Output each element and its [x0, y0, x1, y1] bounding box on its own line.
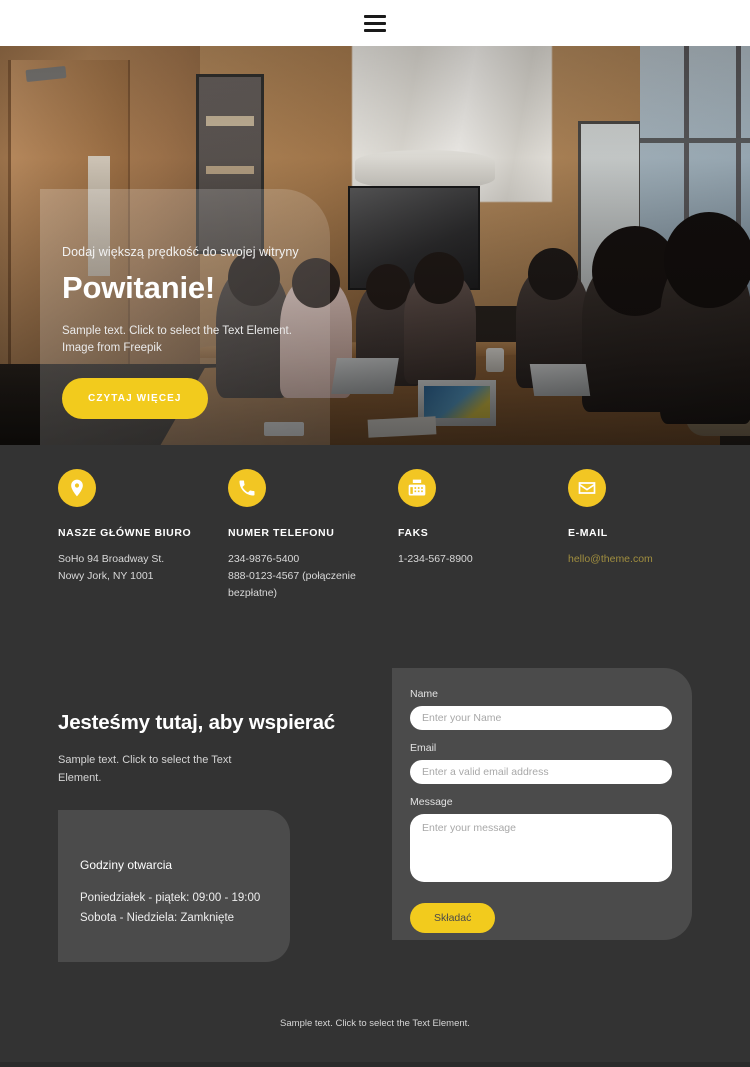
- contact-item-phone: NUMER TELEFONU 234-9876-5400 888-0123-45…: [228, 469, 398, 601]
- email-link[interactable]: hello@theme.com: [568, 553, 653, 565]
- location-pin-icon: [58, 469, 96, 507]
- contact-title: NASZE GŁÓWNE BIURO: [58, 527, 192, 539]
- contact-detail: 1-234-567-8900: [398, 553, 473, 565]
- hamburger-line: [364, 21, 386, 25]
- hamburger-line: [364, 28, 386, 32]
- hamburger-menu-icon[interactable]: [364, 14, 386, 32]
- name-label: Name: [410, 688, 439, 700]
- page-title: Jesteśmy tutaj, aby wspierać: [58, 711, 335, 734]
- hero-subtitle: Sample text. Click to select the Text El…: [62, 325, 292, 354]
- opening-hours-card: Godziny otwarcia Poniedziałek - piątek: …: [58, 810, 290, 963]
- name-input[interactable]: [410, 706, 672, 730]
- contact-detail: 234-9876-5400 888-0123-4567 (połączenie …: [228, 553, 356, 599]
- contact-title: E-MAIL: [568, 527, 608, 539]
- hero-kicker: Dodaj większą prędkość do swojej witryny: [62, 245, 299, 259]
- email-label: Email: [410, 742, 437, 754]
- submit-button[interactable]: Składać: [410, 903, 496, 933]
- footer: Sample text. Click to select the Text El…: [0, 1018, 750, 1029]
- form-field-name: Name: [410, 688, 672, 730]
- bottom-divider: [0, 1062, 750, 1067]
- fax-icon: [398, 469, 436, 507]
- top-navigation-bar: [0, 0, 750, 46]
- contact-item-office: NASZE GŁÓWNE BIURO SoHo 94 Broadway St. …: [58, 469, 228, 601]
- contact-form-panel: Name Email Message Składać: [392, 668, 692, 940]
- contact-detail: hello@theme.com: [568, 551, 738, 568]
- email-field[interactable]: [410, 760, 672, 784]
- message-label: Message: [410, 796, 453, 808]
- support-subtext: Sample text. Click to select the Text El…: [58, 754, 232, 784]
- hero-overlay-card: Dodaj większą prędkość do swojej witryny…: [40, 189, 330, 445]
- message-textarea[interactable]: [410, 814, 672, 882]
- hero-section: Dodaj większą prędkość do swojej witryny…: [0, 46, 750, 445]
- contact-item-email: E-MAIL hello@theme.com: [568, 469, 738, 601]
- footer-text: Sample text. Click to select the Text El…: [280, 1018, 470, 1029]
- contact-info-section: NASZE GŁÓWNE BIURO SoHo 94 Broadway St. …: [0, 445, 750, 641]
- envelope-icon: [568, 469, 606, 507]
- opening-hours-title: Godziny otwarcia: [80, 858, 173, 873]
- hero-title: Powitanie!: [62, 270, 216, 305]
- support-left-column: Jesteśmy tutaj, aby wspierać Sample text…: [58, 689, 358, 963]
- page-root: Dodaj większą prędkość do swojej witryny…: [0, 0, 750, 1067]
- form-field-message: Message: [410, 796, 672, 887]
- hero-cta-button[interactable]: CZYTAJ WIĘCEJ: [62, 378, 208, 420]
- contact-title: NUMER TELEFONU: [228, 527, 335, 539]
- opening-hours-lines: Poniedziałek - piątek: 09:00 - 19:00 Sob…: [80, 892, 261, 925]
- hamburger-line: [364, 14, 386, 18]
- contact-title: FAKS: [398, 527, 429, 539]
- phone-icon: [228, 469, 266, 507]
- contact-detail: SoHo 94 Broadway St. Nowy Jork, NY 1001: [58, 553, 165, 582]
- form-field-email: Email: [410, 742, 672, 784]
- contact-item-fax: FAKS 1-234-567-8900: [398, 469, 568, 601]
